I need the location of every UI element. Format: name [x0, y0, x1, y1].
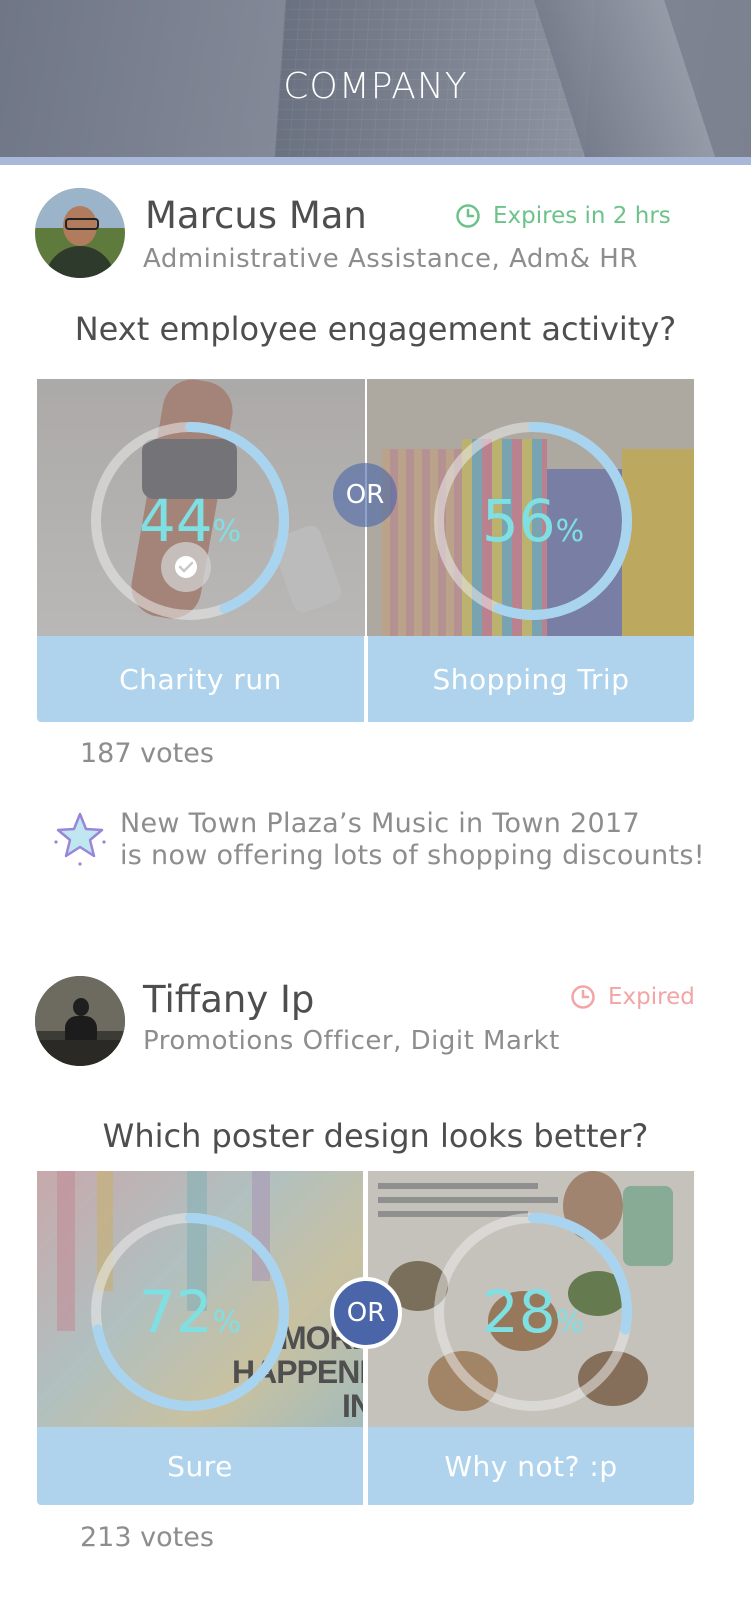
vote-count: 213 votes [80, 1522, 214, 1553]
promo-note[interactable]: New Town Plaza’s Music in Town 2017 is n… [52, 808, 712, 872]
poll: MORE HAPPENINGS IN 72% 2 [37, 1171, 694, 1505]
percent-value: 56 [481, 487, 556, 555]
header-banner: COMPANY [0, 0, 751, 160]
percent-label-why-not: 28% [481, 1278, 585, 1346]
poll: 44% 56% OR Charity run Shopping Trip [37, 379, 694, 723]
percent-value: 28 [481, 1278, 556, 1346]
selected-check-icon [161, 542, 211, 592]
vote-button-charity-run[interactable]: Charity run [37, 636, 364, 722]
author-role: Administrative Assistance, Adm& HR [143, 244, 638, 274]
or-badge: OR [330, 1277, 402, 1349]
author-name[interactable]: Marcus Man [145, 194, 367, 237]
or-badge: OR [333, 463, 397, 527]
clock-icon [571, 985, 595, 1009]
clock-icon [456, 204, 480, 228]
vote-count: 187 votes [80, 738, 214, 769]
star-icon [54, 812, 106, 866]
vote-button-sure[interactable]: Sure [37, 1427, 363, 1505]
header-accent-bar [0, 157, 751, 165]
percent-label-sure: 72% [138, 1278, 242, 1346]
percent-value: 72 [138, 1278, 213, 1346]
vote-button-why-not[interactable]: Why not? :p [368, 1427, 694, 1505]
expiry-text: Expired [608, 984, 695, 1010]
promo-line-1: New Town Plaza’s Music in Town 2017 [120, 808, 640, 839]
author-name[interactable]: Tiffany Ip [143, 978, 314, 1021]
avatar-body [45, 246, 115, 278]
vote-button-shopping-trip[interactable]: Shopping Trip [368, 636, 694, 722]
poll-question: Which poster design looks better? [102, 1117, 649, 1155]
author-role: Promotions Officer, Digit Markt [143, 1026, 560, 1056]
poll-question: Next employee engagement activity? [74, 310, 677, 348]
expiry-status: Expires in 2 hrs [455, 203, 671, 229]
promo-line-2: is now offering lots of shopping discoun… [120, 840, 705, 871]
expiry-text: Expires in 2 hrs [493, 203, 671, 229]
avatar[interactable] [35, 976, 125, 1066]
expiry-status: Expired [570, 984, 695, 1010]
page-title: COMPANY [283, 66, 468, 107]
avatar[interactable] [35, 188, 125, 278]
percent-label-shopping-trip: 56% [481, 487, 585, 555]
